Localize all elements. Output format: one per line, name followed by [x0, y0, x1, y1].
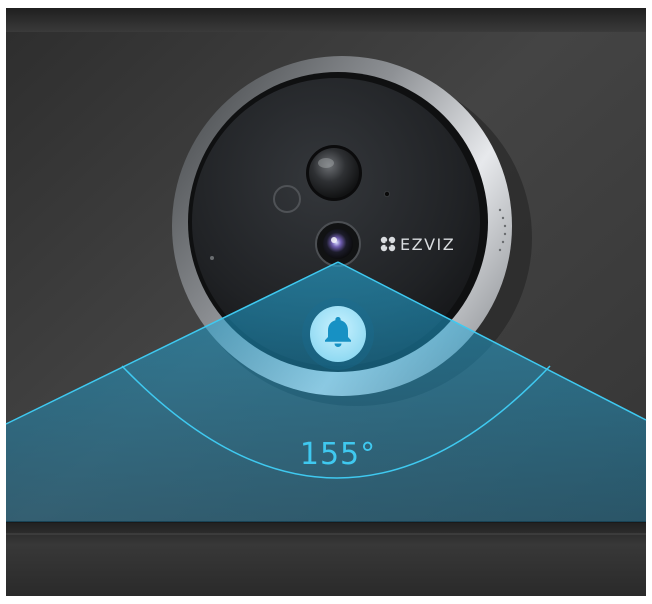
product-scene: EZVIZ 155°	[0, 0, 652, 604]
brand-name: EZVIZ	[400, 235, 455, 254]
pir-sensor-icon	[306, 145, 362, 201]
camera-lens-icon	[315, 221, 361, 267]
door-bottom-band	[6, 522, 646, 596]
doorbell-button[interactable]	[302, 298, 374, 370]
door-top-band	[6, 8, 646, 32]
fov-label: 155°	[300, 437, 376, 472]
ir-dot	[383, 190, 390, 197]
